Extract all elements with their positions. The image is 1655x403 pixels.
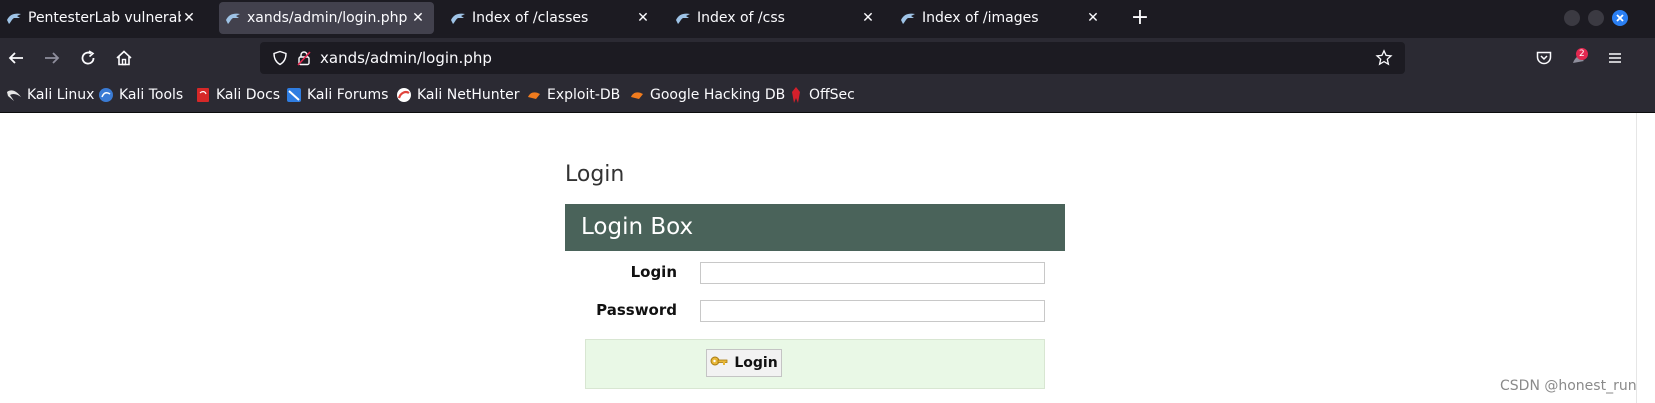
navigation-toolbar: xands/admin/login.php	[0, 38, 1655, 78]
reload-icon[interactable]	[76, 46, 100, 70]
key-icon	[710, 354, 728, 372]
tab-0[interactable]: PentesterLab vulnerable b ✕	[0, 2, 205, 34]
minimize-window-icon[interactable]	[1564, 10, 1580, 26]
bookmark-google-hacking-db[interactable]: Google Hacking DB	[629, 87, 785, 103]
back-arrow-icon[interactable]	[4, 46, 28, 70]
extension-badge: 2	[1576, 48, 1588, 60]
bookmark-label: Kali Docs	[216, 87, 281, 103]
kali-forums-icon	[286, 87, 302, 103]
kali-tools-icon	[98, 87, 114, 103]
kali-dragon-icon	[450, 10, 466, 26]
bookmark-kali-tools[interactable]: Kali Tools	[98, 87, 183, 103]
menu-hamburger-icon[interactable]	[1603, 46, 1627, 70]
bookmark-label: Kali Tools	[119, 87, 184, 103]
bookmark-exploit-db[interactable]: Exploit-DB	[526, 87, 620, 103]
url-text[interactable]: xands/admin/login.php	[320, 49, 492, 67]
close-window-icon[interactable]	[1612, 10, 1628, 26]
bookmark-kali-forums[interactable]: Kali Forums	[286, 87, 388, 103]
tab-3[interactable]: Index of /css ✕	[669, 2, 884, 34]
form-actions-area	[585, 339, 1045, 389]
insecure-lock-icon[interactable]	[296, 50, 312, 70]
pocket-icon[interactable]	[1532, 46, 1556, 70]
bookmark-label: Kali Linux	[27, 87, 95, 103]
kali-dragon-icon	[675, 10, 691, 26]
login-input[interactable]	[700, 262, 1045, 284]
bookmarks-toolbar: Kali Linux Kali Tools Kali Docs Kali For…	[0, 78, 1655, 113]
tab-2[interactable]: Index of /classes ✕	[444, 2, 659, 34]
page-title: Login	[565, 162, 625, 187]
login-submit-button[interactable]: Login	[706, 349, 782, 377]
tab-1[interactable]: xands/admin/login.php ✕	[219, 2, 434, 34]
tracking-shield-icon[interactable]	[272, 50, 288, 70]
bookmark-label: OffSec	[809, 87, 855, 103]
password-input[interactable]	[700, 300, 1045, 322]
login-button-label: Login	[734, 355, 778, 371]
bookmark-kali-docs[interactable]: Kali Docs	[195, 87, 280, 103]
login-label: Login	[630, 263, 677, 281]
tab-strip: PentesterLab vulnerable b ✕ xands/admin/…	[0, 0, 1655, 38]
bookmark-kali-linux[interactable]: Kali Linux	[6, 87, 94, 103]
forward-arrow-icon[interactable]	[40, 46, 64, 70]
kali-dragon-icon	[900, 10, 916, 26]
bookmark-label: Exploit-DB	[547, 87, 621, 103]
offsec-icon	[788, 87, 804, 103]
watermark-text: CSDN @honest_run	[1500, 378, 1637, 394]
kali-docs-icon	[195, 87, 211, 103]
kali-dragon-icon	[225, 10, 241, 26]
close-tab-icon[interactable]: ✕	[1085, 10, 1101, 26]
close-tab-icon[interactable]: ✕	[635, 10, 651, 26]
new-tab-plus-icon[interactable]: +	[1128, 6, 1152, 30]
exploit-db-icon	[526, 87, 542, 103]
kali-dragon-icon	[6, 10, 22, 26]
login-box-header: Login Box	[565, 204, 1065, 251]
bookmark-label: Kali NetHunter	[417, 87, 520, 103]
kali-dragon-icon	[6, 87, 22, 103]
bookmark-label: Google Hacking DB	[650, 87, 786, 103]
close-tab-icon[interactable]: ✕	[410, 10, 426, 26]
tab-4[interactable]: Index of /images ✕	[894, 2, 1109, 34]
close-tab-icon[interactable]: ✕	[181, 10, 197, 26]
tab-title: Index of /classes	[472, 10, 589, 26]
nethunter-icon	[396, 87, 412, 103]
page-scrollbar[interactable]	[1636, 113, 1655, 403]
ghdb-icon	[629, 87, 645, 103]
bookmark-kali-nethunter[interactable]: Kali NetHunter	[396, 87, 519, 103]
url-bar[interactable]: xands/admin/login.php	[260, 42, 1405, 74]
tab-title: Index of /images	[922, 10, 1039, 26]
tab-title: Index of /css	[697, 10, 785, 26]
bookmark-label: Kali Forums	[307, 87, 389, 103]
tab-title: PentesterLab vulnerable b	[28, 10, 181, 26]
tab-title: xands/admin/login.php	[247, 10, 408, 26]
password-label: Password	[596, 301, 677, 319]
maximize-window-icon[interactable]	[1588, 10, 1604, 26]
bookmark-star-icon[interactable]	[1375, 49, 1393, 71]
bookmark-offsec[interactable]: OffSec	[788, 87, 855, 103]
close-tab-icon[interactable]: ✕	[860, 10, 876, 26]
home-icon[interactable]	[112, 46, 136, 70]
